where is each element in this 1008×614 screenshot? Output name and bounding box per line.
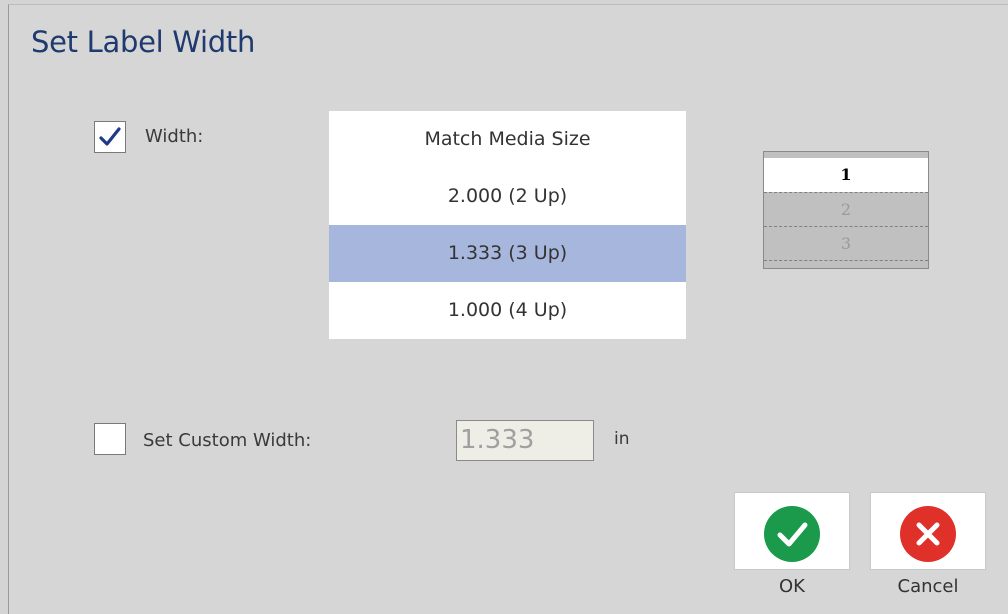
custom-width-input[interactable]: 1.333 (456, 420, 594, 461)
label-layout-preview: 1 2 3 (763, 151, 929, 269)
ok-button[interactable] (734, 492, 850, 570)
set-label-width-dialog: Set Label Width Width: Match Media Size … (8, 4, 1008, 614)
list-item-4-up[interactable]: 1.000 (4 Up) (329, 282, 686, 339)
unit-label: in (614, 429, 630, 449)
ok-label: OK (779, 576, 805, 597)
custom-width-label: Set Custom Width: (143, 430, 312, 451)
cancel-circle (900, 506, 956, 562)
cancel-label: Cancel (897, 576, 959, 597)
x-icon (916, 522, 940, 546)
list-item-3-up[interactable]: 1.333 (3 Up) (329, 225, 686, 282)
width-checkbox[interactable] (94, 121, 126, 153)
list-item-match-media-size[interactable]: Match Media Size (329, 111, 686, 168)
custom-width-checkbox[interactable] (94, 423, 126, 455)
width-label: Width: (145, 126, 204, 147)
cancel-button[interactable] (870, 492, 986, 570)
preview-divider (764, 260, 928, 261)
dialog-title: Set Label Width (31, 25, 256, 59)
list-item-2-up[interactable]: 2.000 (2 Up) (329, 168, 686, 225)
preview-row-2: 2 (764, 192, 928, 226)
preview-row-3: 3 (764, 226, 928, 260)
ok-circle (764, 506, 820, 562)
preview-row-1: 1 (764, 158, 928, 192)
checkmark-icon (99, 127, 121, 146)
checkmark-icon (777, 522, 808, 547)
width-list[interactable]: Match Media Size 2.000 (2 Up) 1.333 (3 U… (329, 111, 686, 339)
